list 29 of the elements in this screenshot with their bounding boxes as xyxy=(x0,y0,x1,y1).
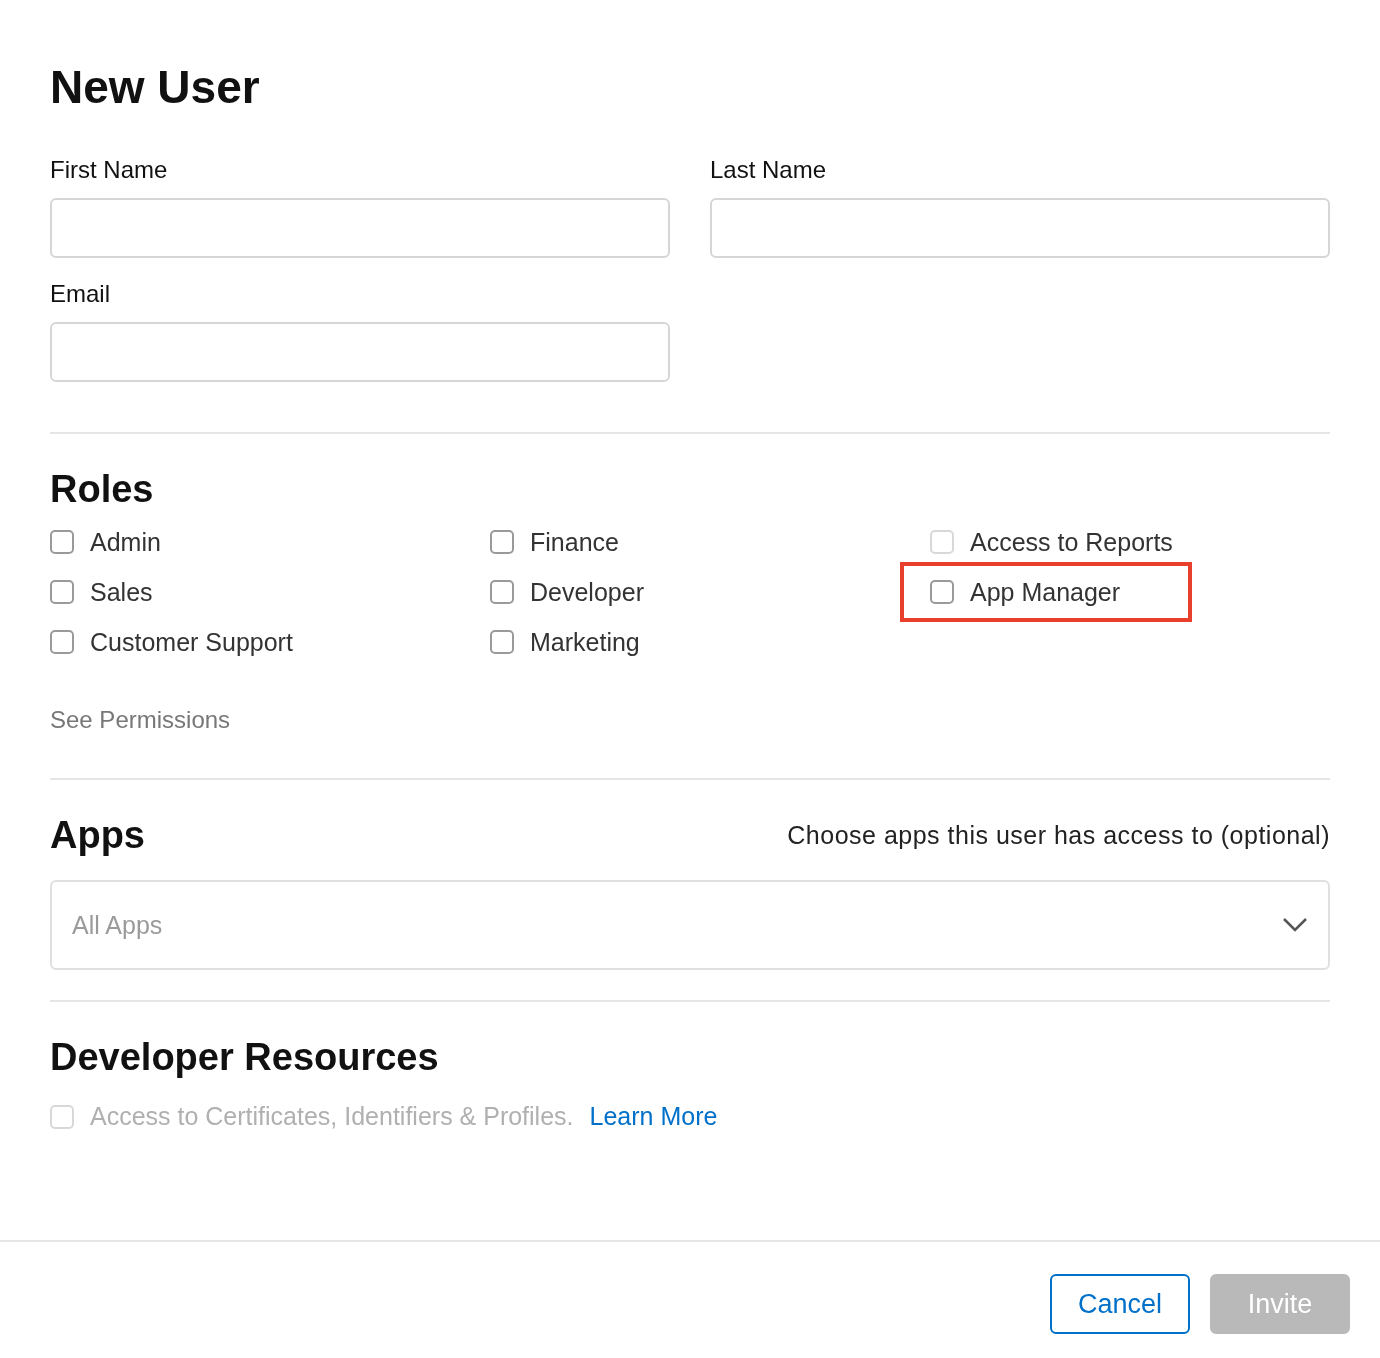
field-label: Last Name xyxy=(710,156,827,184)
field-label: Email xyxy=(50,280,110,308)
input-field[interactable] xyxy=(50,322,670,382)
cancel-button[interactable]: Cancel xyxy=(1050,1274,1190,1334)
checkbox-label[interactable]: Admin xyxy=(90,527,161,557)
checkbox[interactable] xyxy=(50,630,74,654)
chevron-down-icon xyxy=(1282,917,1308,933)
checkbox[interactable] xyxy=(490,630,514,654)
apps-hint: Choose apps this user has access to (optional) xyxy=(787,820,1330,850)
checkbox-label[interactable]: App Manager xyxy=(970,577,1121,607)
checkbox[interactable] xyxy=(930,580,954,604)
checkbox-label[interactable]: Marketing xyxy=(530,627,640,657)
section-title: Roles xyxy=(50,467,155,512)
section-title: Developer Resources xyxy=(50,1035,440,1080)
checkbox[interactable] xyxy=(490,530,514,554)
checkbox[interactable] xyxy=(50,530,74,554)
checkbox[interactable] xyxy=(50,580,74,604)
page-title: New User xyxy=(50,60,261,115)
learn-more-link[interactable]: Learn More xyxy=(589,1102,718,1131)
input-field[interactable] xyxy=(50,198,670,258)
checkbox-label[interactable]: Finance xyxy=(530,527,619,557)
checkbox-label[interactable]: Developer xyxy=(530,577,644,607)
field-label: First Name xyxy=(50,156,168,184)
checkbox[interactable] xyxy=(490,580,514,604)
checkbox-label[interactable]: Customer Support xyxy=(90,627,293,657)
see-permissions-link[interactable]: See Permissions xyxy=(50,706,231,734)
checkbox-label[interactable]: Sales xyxy=(90,577,153,607)
input-field[interactable] xyxy=(710,198,1330,258)
section-title: Apps xyxy=(50,813,145,858)
